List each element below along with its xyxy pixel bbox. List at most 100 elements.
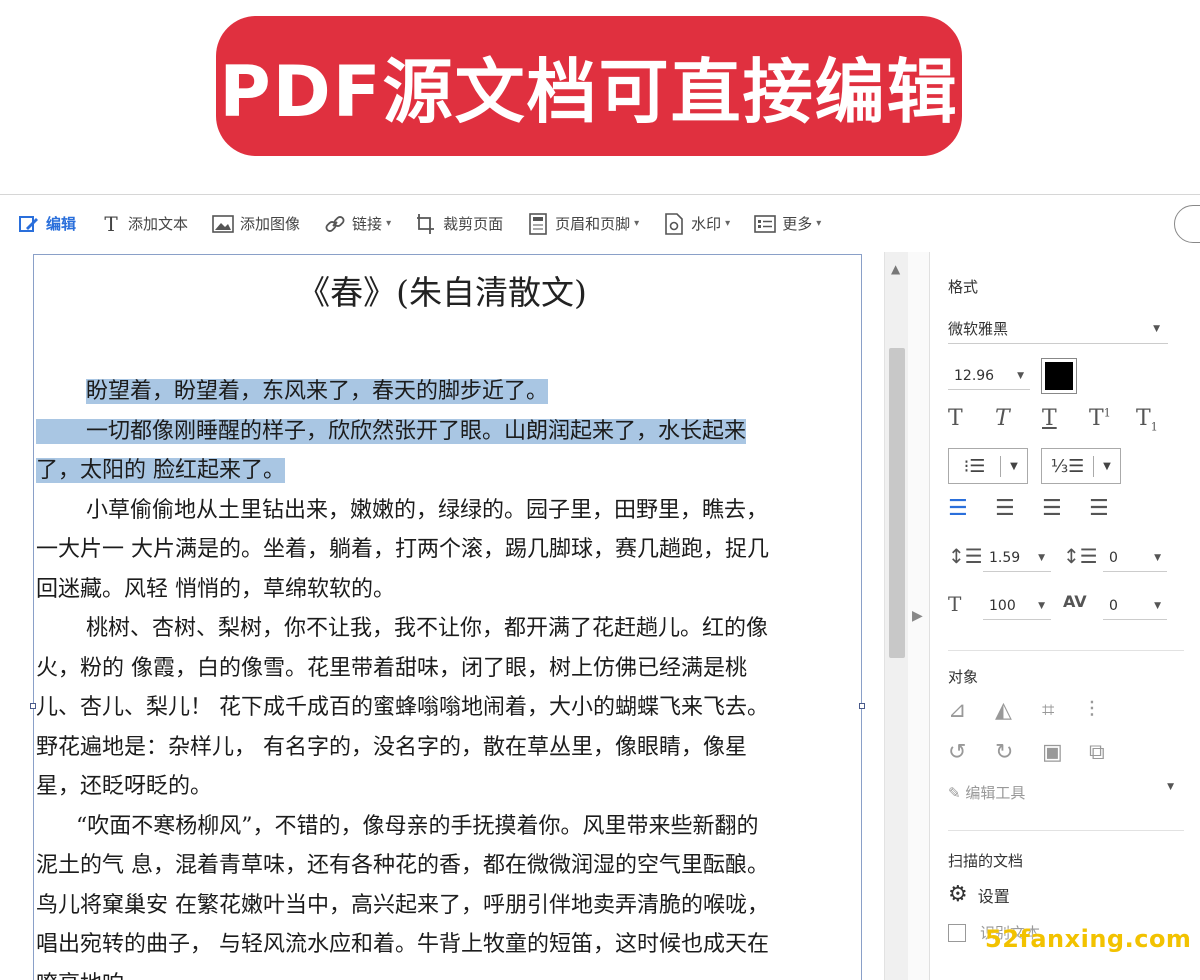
font-color-swatch[interactable] (1041, 358, 1077, 394)
bold-icon[interactable]: T (948, 406, 995, 433)
text-line[interactable]: “吹面不寒杨柳风”，不错的，像母亲的手抚摸着你。风里带来些新翻的 (36, 807, 860, 847)
paragraph-spacing-select[interactable]: 0 ▼ (1103, 544, 1167, 572)
text-line[interactable]: 星，还眨呀眨的。 (36, 767, 860, 807)
horizontal-scale-select[interactable]: 100 ▼ (983, 592, 1051, 620)
text-line[interactable]: 儿、杏儿、梨儿！ 花下成千成百的蜜蜂嗡嗡地闹着，大小的蝴蝶飞来飞去。 (36, 688, 860, 728)
chevron-down-icon: ▼ (1038, 552, 1045, 563)
image-icon (212, 213, 234, 235)
chevron-down-icon: ▼ (1153, 323, 1160, 334)
rotate-right-icon[interactable]: ↻ (995, 740, 1042, 765)
line-spacing-select[interactable]: 1.59 ▼ (983, 544, 1051, 572)
replace-image-icon[interactable]: ▣ (1042, 740, 1089, 765)
text-line[interactable]: 嘹亮地响 (36, 965, 860, 980)
site-watermark: 52fanxing.com (985, 925, 1192, 953)
edit-tool-select[interactable]: ✎ 编辑工具 ▼ (948, 782, 1174, 803)
more-label: 更多 (782, 215, 813, 233)
document-canvas: 《春》(朱自清散文) 盼望着，盼望着，东风来了，春天的脚步近了。 一切都像刚睡醒… (0, 252, 884, 980)
text-line[interactable]: 泥土的气 息，混着青草味，还有各种花的香，都在微微润湿的空气里酝酿。 (36, 846, 860, 886)
align-center-icon[interactable]: ☰ (995, 496, 1042, 521)
header-footer-icon (527, 212, 549, 235)
header-footer-button[interactable]: 页眉和页脚 ▾ (515, 206, 651, 242)
link-label: 链接 (352, 215, 383, 233)
text-line[interactable]: 唱出宛转的曲子， 与轻风流水应和着。牛背上牧童的短笛，这时候也成天在 (36, 925, 860, 965)
watermark-button[interactable]: 水印 ▾ (651, 206, 742, 242)
object-heading: 对象 (948, 668, 979, 686)
text-line[interactable]: 鸟儿将窠巢安 在繁花嫩叶当中，高兴起来了，呼朋引伴地卖弄清脆的喉咙， (36, 886, 860, 926)
add-text-label: 添加文本 (128, 215, 189, 233)
subscript-icon[interactable]: T1 (1136, 406, 1183, 433)
arrange-icon[interactable]: ⧉ (1089, 740, 1136, 765)
chevron-down-icon: ▼ (1017, 370, 1024, 381)
chevron-down-icon: ▾ (725, 218, 731, 229)
settings-label: 设置 (977, 886, 1010, 906)
font-size-select[interactable]: 12.96 ▼ (948, 362, 1030, 390)
format-heading: 格式 (948, 278, 979, 296)
link-button[interactable]: 链接 ▾ (312, 206, 403, 242)
character-spacing-value: 0 (1109, 597, 1118, 614)
text-line[interactable]: 桃树、杏树、梨树，你不让我，我不让你，都开满了花赶趟儿。红的像 (36, 609, 860, 649)
add-text-button[interactable]: T 添加文本 (88, 206, 200, 242)
document-title[interactable]: 《春》(朱自清散文) (0, 266, 884, 314)
banner-text: PDF源文档可直接编辑 (219, 50, 959, 133)
align-justify-icon[interactable]: ☰ (1089, 496, 1136, 521)
text-line[interactable]: 一大片一 大片满是的。坐着，躺着，打两个滚，踢几脚球，赛几趟跑，捉几 (36, 530, 860, 570)
object-tools-row-2: ↺ ↻ ▣ ⧉ (948, 740, 1136, 765)
header-footer-label: 页眉和页脚 (555, 215, 631, 233)
bullet-list-button[interactable]: ⁝☰ ▼ (948, 448, 1028, 484)
scroll-up-icon[interactable]: ▲ (891, 262, 900, 276)
object-tools-row-1: ⊿ ◭ ⌗ ⫶ (948, 698, 1136, 723)
scanned-doc-heading: 扫描的文档 (948, 852, 1024, 870)
align-right-icon[interactable]: ☰ (1042, 496, 1089, 521)
edit-label: 编辑 (46, 215, 77, 233)
character-spacing-icon: AV (1063, 592, 1087, 611)
underline-icon[interactable]: T (1042, 406, 1089, 433)
text-line[interactable]: 小草偷偷地从土里钻出来，嫩嫩的，绿绿的。园子里，田野里，瞧去， (36, 491, 860, 531)
text-line[interactable]: 了，太阳的 脸红起来了。 (36, 451, 860, 491)
text-line[interactable]: 火，粉的 像霞，白的像雪。花里带着甜味，闭了眼，树上仿佛已经满是桃 (36, 649, 860, 689)
crop-object-icon[interactable]: ⌗ (1042, 698, 1089, 723)
chevron-down-icon: ▼ (1167, 782, 1174, 792)
checkbox[interactable] (948, 923, 966, 942)
link-icon (324, 213, 346, 235)
more-button[interactable]: 更多 ▾ (742, 206, 833, 242)
font-family-value: 微软雅黑 (948, 320, 1009, 338)
align-left-icon[interactable]: ☰ (948, 496, 995, 521)
superscript-icon[interactable]: T1 (1089, 406, 1136, 433)
edit-toolbar: 编辑 T 添加文本 添加图像 链接 ▾ 裁剪页面 页眉和页脚 ▾ 水印 ▾ 更多… (0, 194, 1200, 252)
rotate-left-icon[interactable]: ↺ (948, 740, 995, 765)
toolbar-round-button[interactable] (1174, 205, 1200, 243)
collapse-panel-icon[interactable]: ▶ (912, 608, 923, 624)
bullet-list-icon: ⁝☰ (949, 455, 1001, 477)
text-style-row: T T T T1 T1 (948, 406, 1183, 433)
text-line[interactable]: 野花遍地是：杂样儿， 有名字的，没名字的，散在草丛里，像眼睛，像星 (36, 728, 860, 768)
font-family-select[interactable]: 微软雅黑 ▼ (948, 314, 1168, 344)
horizontal-scale-icon: T (948, 592, 962, 616)
chevron-down-icon: ▼ (1010, 460, 1018, 472)
flip-horizontal-icon[interactable]: ◭ (995, 698, 1042, 723)
vertical-scrollbar[interactable]: ▲ (884, 252, 908, 980)
edit-tool-label: ✎ 编辑工具 (948, 784, 1026, 802)
align-object-icon[interactable]: ⫶ (1089, 698, 1136, 723)
italic-icon[interactable]: T (995, 406, 1042, 433)
chevron-down-icon: ▼ (1038, 600, 1045, 611)
alignment-row: ☰ ☰ ☰ ☰ (948, 496, 1136, 521)
document-body[interactable]: 盼望着，盼望着，东风来了，春天的脚步近了。 一切都像刚睡醒的样子，欣欣然张开了眼… (36, 372, 860, 980)
character-spacing-select[interactable]: 0 ▼ (1103, 592, 1167, 620)
text-line[interactable]: 盼望着，盼望着，东风来了，春天的脚步近了。 (36, 372, 860, 412)
text-line[interactable]: 一切都像刚睡醒的样子，欣欣然张开了眼。山朗润起来了，水长起来 (36, 412, 860, 452)
settings-button[interactable]: ⚙ 设置 (948, 882, 1010, 907)
scroll-thumb[interactable] (889, 348, 905, 658)
divider (948, 650, 1184, 651)
numbered-list-button[interactable]: ⅓☰ ▼ (1041, 448, 1121, 484)
crop-page-button[interactable]: 裁剪页面 (403, 206, 515, 242)
line-spacing-value: 1.59 (989, 549, 1021, 566)
text-line[interactable]: 回迷藏。风轻 悄悄的，草绵软软的。 (36, 570, 860, 610)
edit-button[interactable]: 编辑 (6, 206, 88, 242)
add-image-button[interactable]: 添加图像 (200, 206, 312, 242)
numbered-list-icon: ⅓☰ (1042, 455, 1094, 477)
flip-vertical-icon[interactable]: ⊿ (948, 698, 995, 723)
watermark-icon (663, 212, 685, 235)
font-size-value: 12.96 (954, 367, 995, 384)
watermark-label: 水印 (691, 215, 722, 233)
paragraph-spacing-value: 0 (1109, 549, 1118, 566)
